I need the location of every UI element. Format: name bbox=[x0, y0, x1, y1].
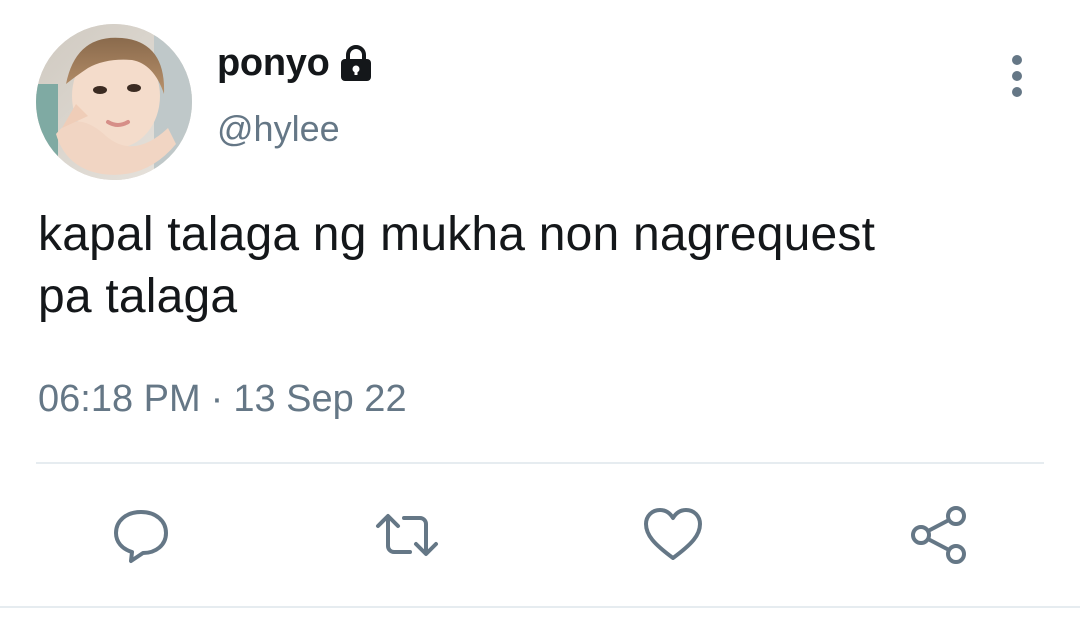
retweet-icon bbox=[376, 514, 438, 556]
retweet-button[interactable] bbox=[372, 500, 442, 570]
like-icon bbox=[644, 508, 702, 560]
user-handle[interactable]: @hylee bbox=[217, 108, 340, 150]
like-button[interactable] bbox=[638, 500, 708, 570]
more-vertical-icon[interactable] bbox=[1000, 54, 1034, 98]
reply-button[interactable] bbox=[106, 500, 176, 570]
avatar[interactable] bbox=[36, 24, 192, 180]
divider bbox=[0, 606, 1080, 608]
tweet-text-line: kapal talaga ng mukha non nagrequest bbox=[38, 208, 876, 261]
display-name[interactable]: ponyo bbox=[217, 42, 330, 85]
share-icon bbox=[911, 506, 966, 564]
divider bbox=[36, 462, 1044, 464]
action-bar bbox=[0, 500, 1080, 570]
avatar-photo bbox=[36, 24, 192, 180]
name-row: ponyo bbox=[217, 40, 373, 86]
tweet-date: 13 Sep 22 bbox=[233, 378, 407, 420]
tweet-timestamp[interactable]: 06:18 PM · 13 Sep 22 bbox=[38, 378, 407, 421]
reply-icon bbox=[114, 510, 168, 563]
share-button[interactable] bbox=[904, 500, 974, 570]
lock-icon bbox=[339, 44, 373, 82]
meta-separator: · bbox=[210, 378, 224, 420]
tweet-text-line: pa talaga bbox=[38, 270, 238, 323]
tweet-text: kapal talaga ng mukha non nagrequest pa … bbox=[38, 204, 1038, 328]
tweet-card: ponyo @hylee kapal talaga ng mukha non n… bbox=[0, 0, 1080, 627]
tweet-time: 06:18 PM bbox=[38, 378, 201, 420]
